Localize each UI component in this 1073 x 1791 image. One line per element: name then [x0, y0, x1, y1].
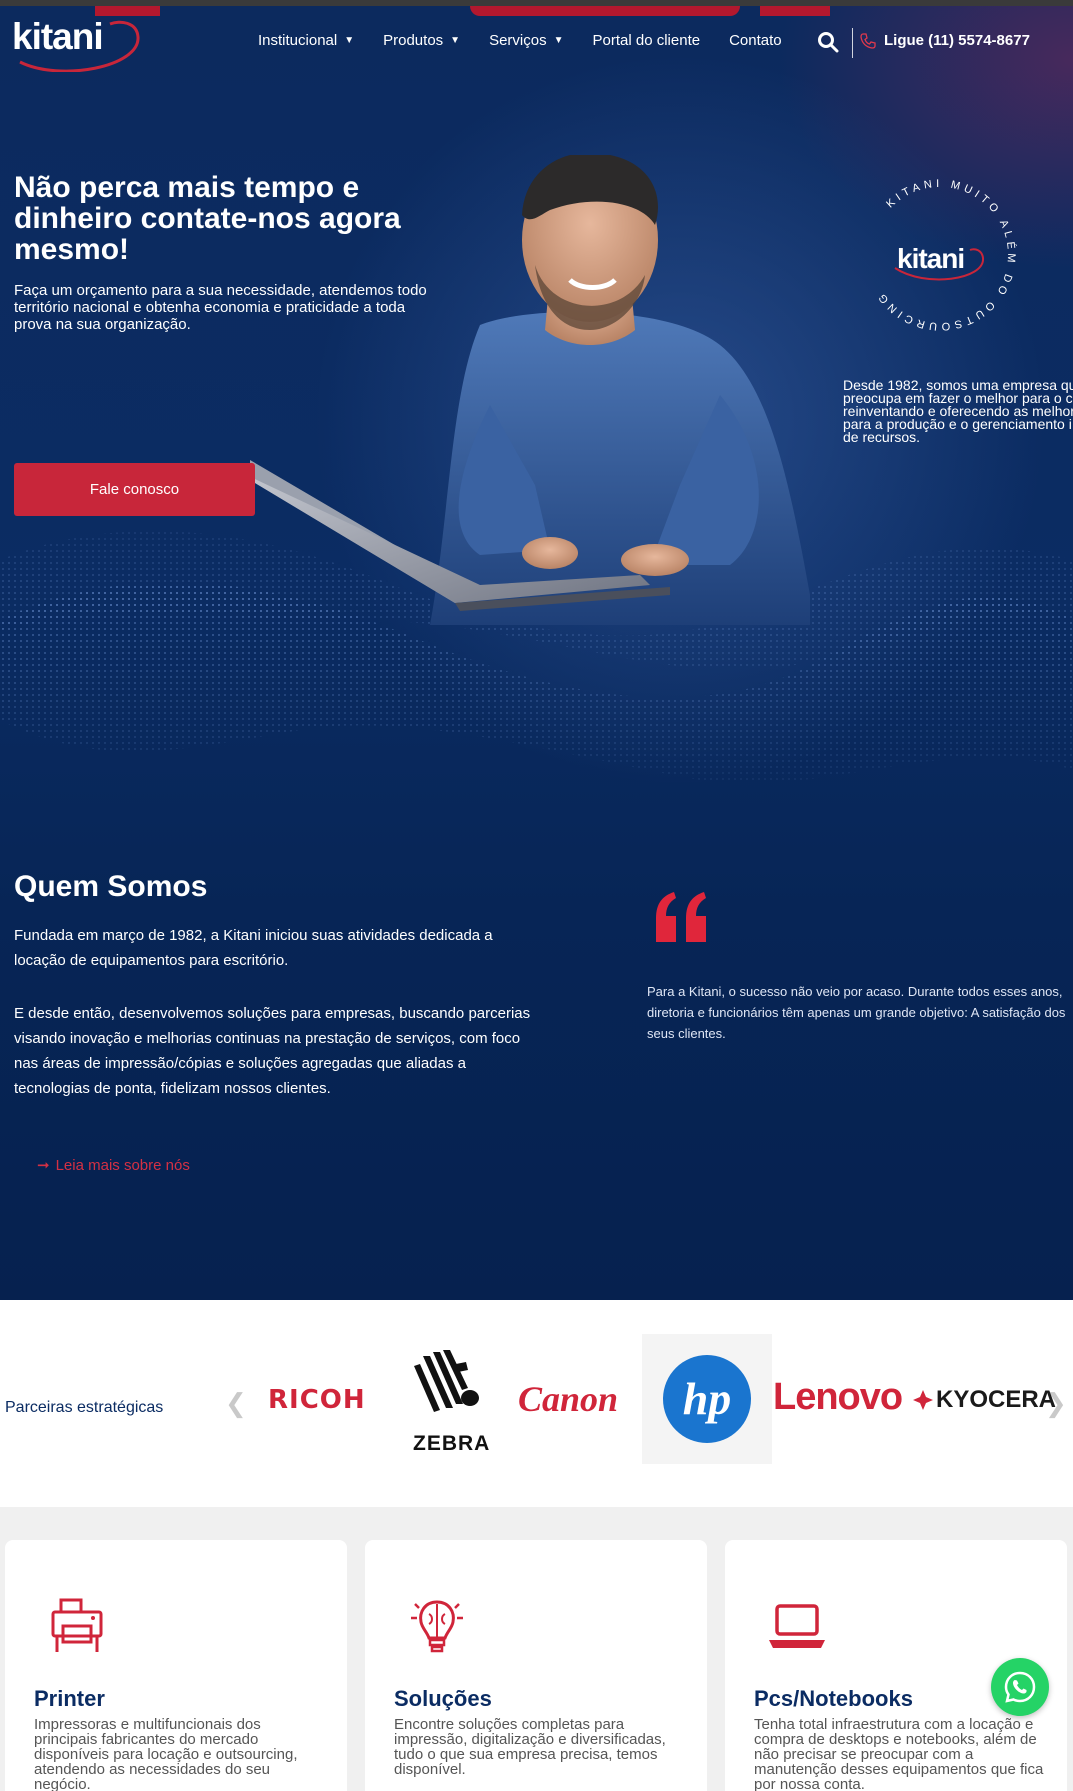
laptop-icon	[769, 1604, 825, 1648]
brand-logo-kyocera: KYOCERA	[912, 1386, 1056, 1414]
service-card-printer[interactable]: Printer Impressoras e multifuncionais do…	[5, 1540, 347, 1791]
nav-item-label: Institucional	[258, 32, 338, 49]
partners-label: Parceiras estratégicas	[5, 1399, 164, 1416]
top-strip-accent	[760, 6, 830, 16]
brand-logo-canon: Canon	[518, 1379, 619, 1419]
chevron-down-icon: ▼	[344, 35, 355, 46]
nav-item-portal-do-cliente[interactable]: Portal do cliente	[593, 32, 701, 49]
svg-text:hp: hp	[683, 1373, 732, 1424]
kyocera-label: KYOCERA	[936, 1386, 1057, 1413]
nav-item-label: Portal do cliente	[592, 32, 701, 49]
brand-logo-hp: hp	[642, 1334, 772, 1464]
card-text: Impressoras e multifuncionais dos princi…	[34, 1716, 298, 1791]
whatsapp-icon	[1004, 1671, 1036, 1703]
chevron-down-icon: ▼	[450, 35, 461, 46]
card-title: Printer	[34, 1686, 105, 1711]
logo-text: kitani	[12, 16, 104, 57]
brand-logo-lenovo: Lenovo	[773, 1376, 903, 1418]
phone-link[interactable]: Ligue (11) 5574-8677	[860, 32, 1030, 49]
hero-side-line: de recursos.	[843, 429, 921, 444]
arrow-right-icon: ➞	[37, 1157, 50, 1174]
nav-item-label: Serviços	[489, 32, 547, 49]
brand-logo-ricoh: RICOH	[268, 1385, 366, 1415]
brand-logo-zebra: ZEBRA	[413, 1432, 491, 1455]
card-text: Tenha total infraestrutura com a locação…	[754, 1716, 1044, 1791]
hero-text: Faça um orçamento para a sua necessidade…	[14, 282, 427, 333]
card-title: Soluções	[394, 1686, 492, 1711]
about-paragraph-2: E desde então, desenvolvemos soluções pa…	[14, 1005, 531, 1097]
brain-bulb-icon	[411, 1600, 463, 1653]
badge-logo: kitani	[897, 243, 965, 274]
card-title: Pcs/Notebooks	[754, 1686, 913, 1711]
top-strip-accent	[470, 6, 740, 16]
printer-icon	[51, 1598, 103, 1652]
phone-label: Ligue (11) 5574-8677	[884, 32, 1030, 49]
kyocera-mark-icon	[913, 1390, 933, 1410]
read-more-label: Leia mais sobre nós	[55, 1156, 190, 1174]
main-nav: Institucional ▼ Produtos ▼ Serviços ▼ Po…	[258, 32, 811, 49]
nav-item-label: Produtos	[383, 32, 444, 49]
hp-logo-icon: hp	[663, 1355, 751, 1443]
phone-icon	[860, 32, 876, 49]
whatsapp-button[interactable]	[991, 1658, 1049, 1716]
chevron-left-icon[interactable]: ❮	[225, 1388, 247, 1419]
nav-item-label: Contato	[729, 32, 782, 49]
hero-title: Não perca mais tempo e dinheiro contate-…	[14, 171, 401, 266]
nav-item-contato[interactable]: Contato	[729, 32, 782, 49]
fale-conosco-button[interactable]: Fale conosco	[14, 463, 255, 516]
nav-item-servicos[interactable]: Serviços ▼	[489, 32, 563, 49]
hero-section: kitani Institucional ▼ Produtos ▼ Serviç…	[0, 0, 1073, 1300]
card-text: Encontre soluções completas para impress…	[394, 1716, 666, 1778]
nav-divider	[852, 28, 853, 58]
partners-section: Parceiras estratégicas ❮ ❯ RICOH ZEBRA C…	[0, 1300, 1073, 1507]
hero-side-text: Desde 1982, somos uma empresa que preocu…	[843, 379, 1073, 444]
nav-item-institucional[interactable]: Institucional ▼	[258, 32, 354, 49]
services-section: Printer Impressoras e multifuncionais do…	[0, 1507, 1073, 1791]
quote-text: Para a Kitani, o sucesso não veio por ac…	[647, 984, 1066, 1041]
chevron-down-icon: ▼	[553, 35, 564, 46]
read-more-link[interactable]: ➞ Leia mais sobre nós	[37, 1156, 190, 1175]
nav-item-produtos[interactable]: Produtos ▼	[383, 32, 460, 49]
about-paragraph-1: Fundada em março de 1982, a Kitani inici…	[14, 927, 493, 969]
kitani-logo[interactable]: kitani	[10, 12, 145, 72]
search-icon[interactable]	[817, 31, 839, 53]
about-title: Quem Somos	[14, 870, 208, 903]
quote-icon	[656, 892, 706, 942]
service-card-solucoes[interactable]: Soluções Encontre soluções completas par…	[365, 1540, 707, 1791]
